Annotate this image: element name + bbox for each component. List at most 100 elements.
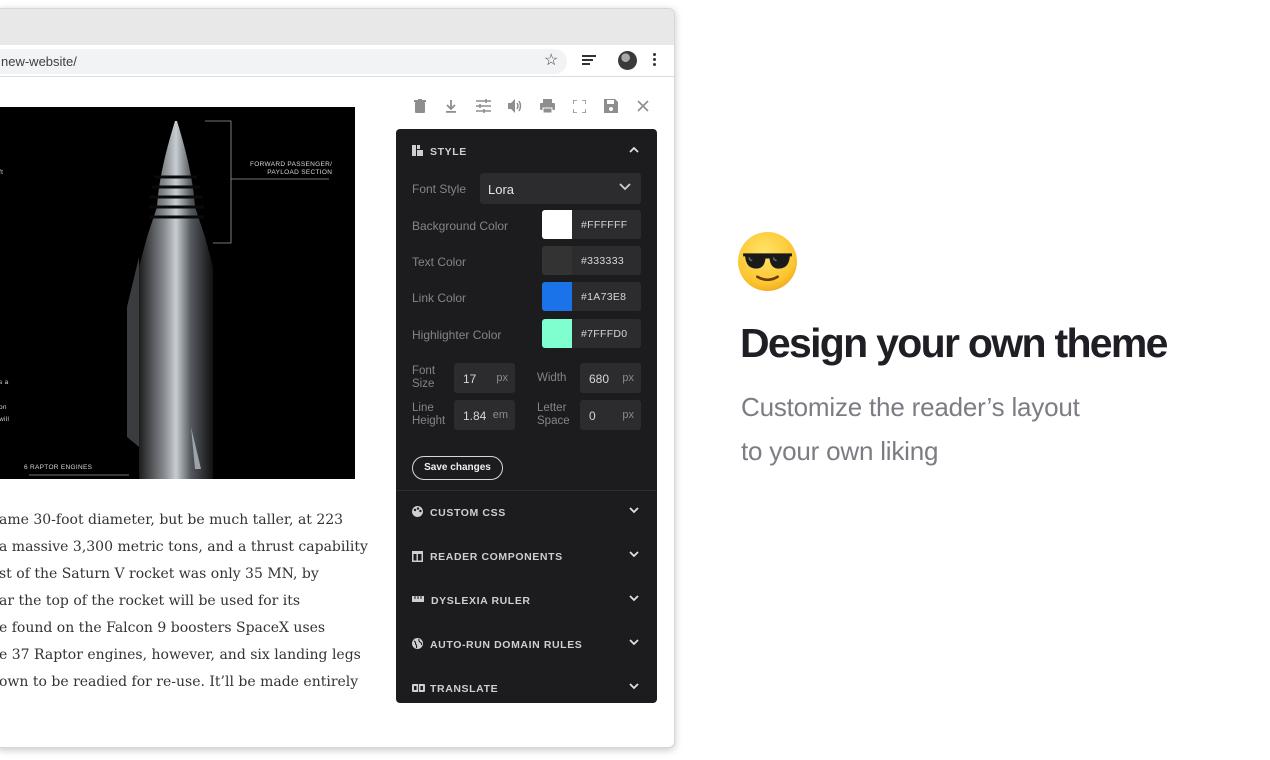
chevron-down-icon (629, 637, 639, 649)
text-color-picker[interactable]: #333333 (542, 246, 641, 275)
background-color-picker[interactable]: #FFFFFF (542, 210, 641, 239)
reader-components-title: READER COMPONENTS (430, 551, 563, 563)
width-label: Width (537, 372, 567, 384)
highlighter-color-picker[interactable]: #7FFFD0 (542, 319, 641, 348)
cutoff-label-4: will (0, 416, 10, 423)
save-icon[interactable] (602, 97, 620, 115)
auto-run-domain-rules-section[interactable]: AUTO-RUN DOMAIN RULES (396, 622, 657, 666)
custom-css-title: CUSTOM CSS (430, 507, 506, 519)
article-line: e found on the Falcon 9 boosters SpaceX … (0, 620, 326, 636)
settings-sliders-icon[interactable] (474, 97, 492, 115)
article-body: ame 30-foot diameter, but be much taller… (0, 507, 369, 696)
style-panel: STYLE Font Style Lora Background Color #… (396, 129, 657, 703)
article-image: FORWARD PASSENGER/ PAYLOAD SECTION 6 RAP… (0, 107, 355, 479)
download-icon[interactable] (442, 97, 460, 115)
highlighter-color-label: Highlighter Color (412, 328, 502, 342)
font-size-input[interactable]: 17 px (454, 363, 515, 393)
ruler-icon (412, 596, 424, 602)
background-color-hex: #FFFFFF (581, 219, 628, 231)
text-color-hex: #333333 (581, 255, 624, 267)
line-height-unit: em (492, 409, 508, 421)
trash-icon[interactable] (411, 97, 429, 115)
letter-space-unit: px (622, 409, 634, 421)
line-height-label-1: Line (412, 402, 434, 414)
letter-space-label-1: Letter (537, 402, 567, 414)
browser-toolbar: new-website/ ☆ (0, 45, 674, 77)
custom-css-section[interactable]: CUSTOM CSS (396, 490, 657, 534)
chevron-down-icon (619, 180, 631, 194)
dyslexia-ruler-section[interactable]: DYSLEXIA RULER (396, 578, 657, 622)
fullscreen-icon[interactable] (570, 97, 588, 115)
font-size-unit: px (496, 372, 508, 384)
width-input[interactable]: 680 px (580, 363, 641, 393)
line-height-label-2: Height (412, 415, 446, 427)
chevron-down-icon (629, 681, 639, 693)
article-line: ame 30-foot diameter, but be much taller… (0, 512, 344, 528)
translate-section[interactable]: TRANSLATE (396, 666, 657, 710)
sunglasses-emoji-icon (738, 232, 797, 291)
palette-icon (412, 506, 423, 517)
chevron-down-icon (629, 505, 639, 517)
link-color-label: Link Color (412, 291, 467, 305)
url-text: new-website/ (1, 54, 77, 69)
background-color-swatch[interactable] (542, 210, 572, 239)
raptor-engines-label: 6 RAPTOR ENGINES (24, 464, 93, 471)
article-line: e 37 Raptor engines, however, and six la… (0, 647, 361, 663)
reader-extension-icon[interactable] (582, 55, 596, 67)
font-style-value: Lora (488, 182, 515, 197)
highlighter-color-hex: #7FFFD0 (581, 328, 628, 340)
article-line: a massive 3,300 metric tons, and a thrus… (0, 539, 368, 555)
article-line: own to be readied for re-use. It’ll be m… (0, 674, 359, 690)
globe-icon (412, 638, 423, 649)
forward-section-label: FORWARD PASSENGER/ PAYLOAD SECTION (250, 161, 333, 176)
font-size-label-1: Font (412, 365, 436, 377)
save-changes-button[interactable]: Save changes (412, 456, 503, 480)
translate-title: TRANSLATE (430, 683, 499, 695)
reader-components-section[interactable]: READER COMPONENTS (396, 534, 657, 578)
tab-strip (0, 9, 674, 45)
chevron-down-icon (629, 593, 639, 605)
browser-window: new-website/ ☆ FORWARD PASSENGER/ PAYLOA… (0, 8, 675, 748)
promo-headline: Design your own theme (740, 320, 1168, 366)
dyslexia-ruler-title: DYSLEXIA RULER (431, 595, 531, 607)
style-icon (412, 145, 423, 156)
link-color-hex: #1A73E8 (581, 291, 627, 303)
promo-subline-2: to your own liking (741, 436, 939, 466)
text-color-label: Text Color (412, 255, 467, 269)
font-style-label: Font Style (412, 182, 467, 196)
more-menu-icon[interactable] (653, 53, 656, 68)
cutoff-label-2: s a (0, 379, 9, 386)
letter-space-label-2: Space (537, 415, 570, 427)
auto-run-domain-rules-title: AUTO-RUN DOMAIN RULES (430, 639, 583, 651)
letter-space-input[interactable]: 0 px (580, 400, 641, 430)
text-color-swatch[interactable] (542, 246, 572, 275)
article-line: st of the Saturn V rocket was only 35 MN… (0, 566, 319, 582)
width-value: 680 (589, 372, 610, 386)
chevron-down-icon (629, 549, 639, 561)
highlighter-color-swatch[interactable] (542, 319, 572, 348)
line-height-value: 1.84 (463, 409, 487, 423)
link-color-swatch[interactable] (542, 282, 572, 311)
profile-avatar[interactable] (618, 51, 637, 70)
letter-space-value: 0 (589, 409, 596, 423)
cutoff-label-1: ft (0, 169, 4, 176)
font-size-label-2: Size (412, 378, 435, 390)
print-icon[interactable] (538, 97, 556, 115)
address-bar[interactable]: new-website/ ☆ (0, 49, 567, 74)
close-icon[interactable] (634, 97, 652, 115)
promo-subline-1: Customize the reader’s layout (741, 392, 1080, 422)
font-size-value: 17 (463, 372, 477, 386)
style-title: STYLE (430, 146, 467, 158)
font-style-select[interactable]: Lora (480, 173, 641, 204)
background-color-label: Background Color (412, 219, 509, 233)
cutoff-label-3: on (0, 404, 7, 411)
speaker-icon[interactable] (506, 97, 524, 115)
style-section-header[interactable]: STYLE (396, 129, 657, 173)
article-line: ar the top of the rocket will be used fo… (0, 593, 301, 609)
star-icon[interactable]: ☆ (544, 51, 558, 71)
chevron-up-icon (629, 144, 639, 156)
width-unit: px (622, 372, 634, 384)
link-color-picker[interactable]: #1A73E8 (542, 282, 641, 311)
line-height-input[interactable]: 1.84 em (454, 400, 515, 430)
layout-icon (412, 551, 423, 562)
